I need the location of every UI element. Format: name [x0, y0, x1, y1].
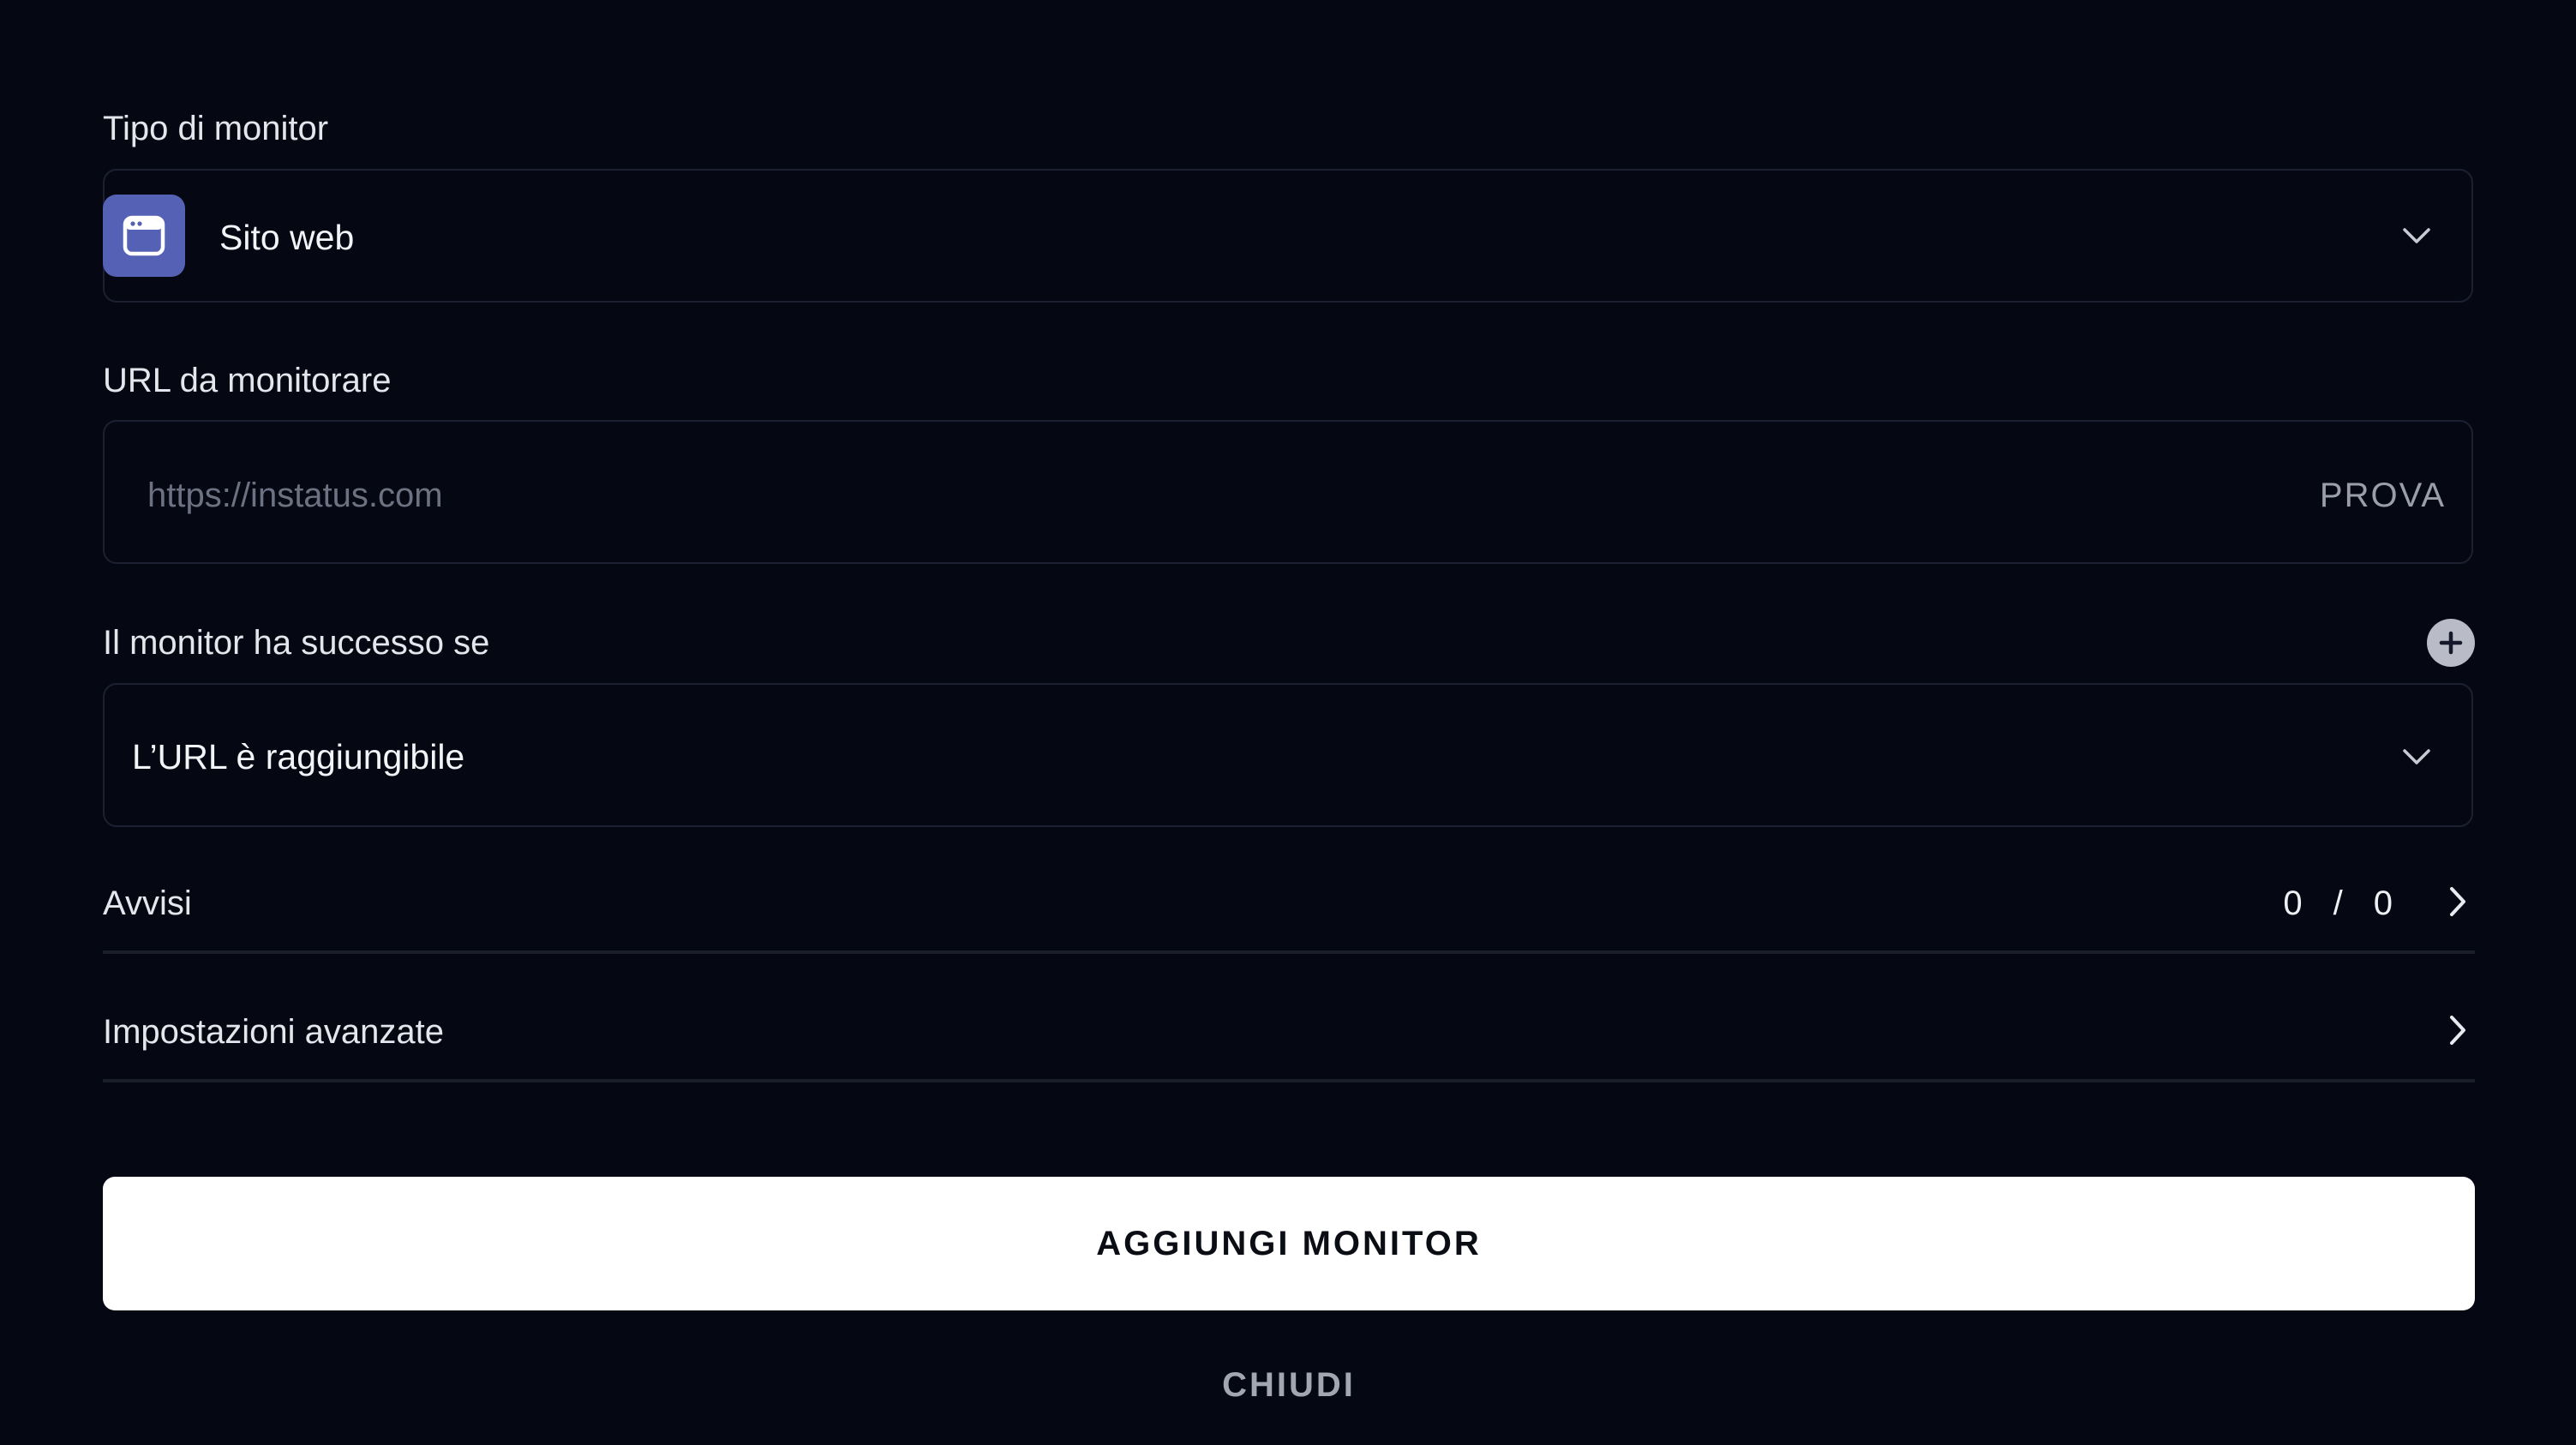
advanced-settings-label[interactable]: Impostazioni avanzate	[103, 1015, 444, 1049]
success-condition-value: L’URL è raggiungibile	[132, 737, 465, 776]
chevron-down-icon[interactable]	[2399, 740, 2434, 774]
success-condition-select[interactable]: L’URL è raggiungibile	[103, 683, 2473, 827]
add-monitor-button[interactable]: AGGIUNGI MONITOR	[103, 1177, 2475, 1310]
alerts-count-current: 0	[2283, 884, 2303, 922]
alerts-count-separator: /	[2333, 884, 2343, 922]
url-label: URL da monitorare	[103, 362, 392, 399]
chevron-right-icon[interactable]	[2441, 1013, 2475, 1047]
alerts-count-total: 0	[2373, 884, 2393, 922]
url-input[interactable]: https://instatus.com	[147, 478, 443, 513]
chevron-right-icon[interactable]	[2441, 884, 2475, 919]
chevron-down-icon[interactable]	[2399, 219, 2434, 253]
close-button[interactable]: CHIUDI	[103, 1368, 2475, 1402]
url-field[interactable]: https://instatus.com PROVA	[103, 420, 2473, 564]
monitor-type-value: Sito web	[219, 218, 355, 257]
success-condition-label: Il monitor ha successo se	[103, 624, 490, 662]
monitor-type-select[interactable]: Sito web	[103, 169, 2473, 303]
alerts-counter: 0 / 0	[2283, 886, 2393, 920]
plus-icon	[2439, 631, 2463, 655]
add-condition-button[interactable]	[2427, 619, 2475, 667]
alerts-divider	[103, 950, 2475, 954]
alerts-label: Avvisi	[103, 884, 192, 922]
advanced-divider	[103, 1079, 2475, 1082]
test-url-button[interactable]: PROVA	[2320, 478, 2446, 513]
browser-window-icon	[103, 195, 185, 277]
monitor-type-label: Tipo di monitor	[103, 110, 329, 147]
